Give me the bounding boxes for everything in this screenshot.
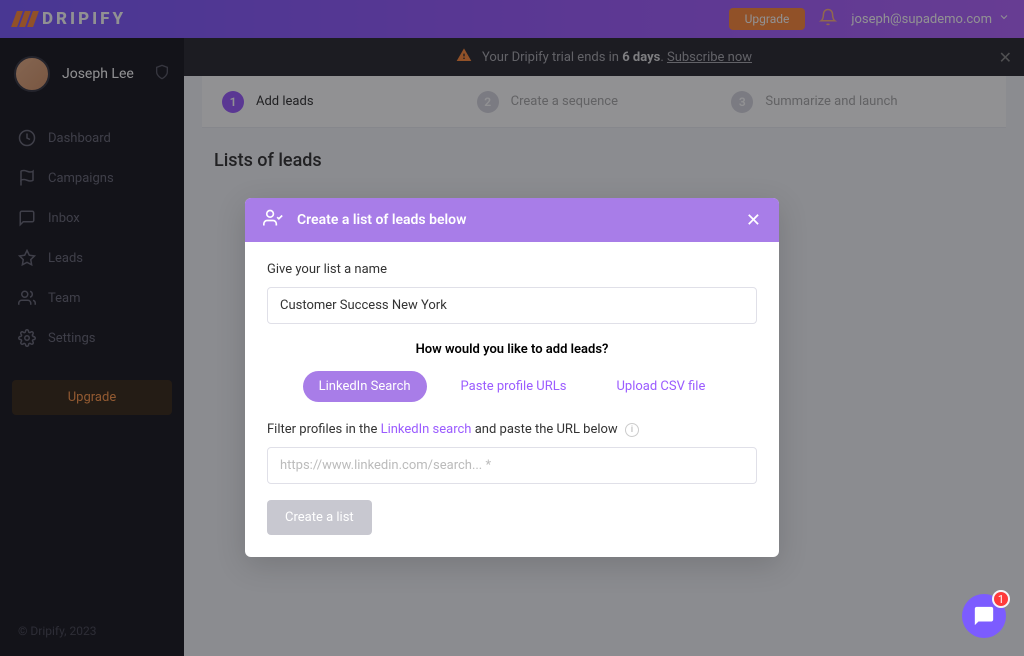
info-icon[interactable]: i: [625, 423, 639, 437]
modal-body: Give your list a name How would you like…: [245, 242, 779, 557]
filter-instruction: Filter profiles in the LinkedIn search a…: [267, 422, 757, 437]
modal-close-button[interactable]: ✕: [746, 210, 761, 231]
chat-widget[interactable]: 1: [962, 594, 1006, 638]
modal-header: Create a list of leads below ✕: [245, 198, 779, 242]
tab-linkedin-search[interactable]: LinkedIn Search: [303, 371, 427, 402]
filter-prefix: Filter profiles in the: [267, 422, 381, 437]
linkedin-search-link[interactable]: LinkedIn search: [381, 422, 472, 437]
create-list-modal: Create a list of leads below ✕ Give your…: [245, 198, 779, 557]
chat-badge: 1: [992, 590, 1010, 608]
list-name-label: Give your list a name: [267, 262, 757, 277]
list-name-input[interactable]: [267, 287, 757, 324]
tab-paste-urls[interactable]: Paste profile URLs: [445, 371, 583, 402]
modal-title: Create a list of leads below: [297, 212, 732, 228]
how-to-label: How would you like to add leads?: [267, 342, 757, 357]
filter-suffix: and paste the URL below: [471, 422, 617, 437]
chat-icon: [973, 605, 995, 627]
create-list-button[interactable]: Create a list: [267, 500, 372, 535]
add-method-tabs: LinkedIn Search Paste profile URLs Uploa…: [267, 371, 757, 402]
user-check-icon: [263, 208, 283, 232]
linkedin-url-input[interactable]: [267, 447, 757, 484]
tab-upload-csv[interactable]: Upload CSV file: [600, 371, 721, 402]
